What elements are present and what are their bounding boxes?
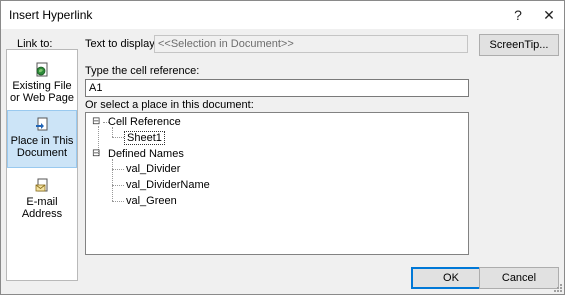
link-to-existing-file[interactable]: Existing File or Web Page bbox=[7, 62, 77, 108]
existing-file-label-line1: Existing File bbox=[12, 80, 72, 92]
place-in-document-label-line2: Document bbox=[16, 147, 68, 159]
email-label-line1: E-mail bbox=[26, 196, 58, 208]
collapse-cell-reference-icon[interactable]: ⊟ bbox=[92, 116, 100, 127]
tree-connector bbox=[112, 127, 113, 137]
email-label-line2: Address bbox=[21, 208, 63, 220]
globe-file-icon bbox=[36, 62, 48, 77]
tree-item-val-green[interactable]: val_Green bbox=[126, 195, 177, 207]
email-icon bbox=[35, 178, 48, 192]
screentip-button[interactable]: ScreenTip... bbox=[479, 34, 559, 56]
text-to-display-field[interactable]: <<Selection in Document>> bbox=[154, 35, 468, 53]
cell-reference-label: Type the cell reference: bbox=[85, 65, 200, 77]
link-to-place-in-document[interactable]: Place in This Document bbox=[7, 110, 77, 168]
collapse-defined-names-icon[interactable]: ⊟ bbox=[92, 148, 100, 159]
tree-item-val-divider[interactable]: val_Divider bbox=[126, 163, 180, 175]
tree-item-val-dividername[interactable]: val_DividerName bbox=[126, 179, 210, 191]
tree-group-cell-reference[interactable]: Cell Reference bbox=[108, 116, 181, 128]
place-in-document-label-line1: Place in This bbox=[10, 135, 74, 147]
resize-grip-icon[interactable] bbox=[553, 283, 563, 293]
document-place-icon bbox=[36, 117, 48, 131]
title-bar: Insert Hyperlink ? ✕ bbox=[1, 1, 564, 29]
tree-connector bbox=[112, 201, 124, 202]
help-button[interactable]: ? bbox=[503, 1, 533, 29]
cell-reference-input[interactable]: A1 bbox=[85, 79, 469, 97]
insert-hyperlink-dialog: Insert Hyperlink ? ✕ Link to: Existing F… bbox=[0, 0, 565, 295]
tree-group-defined-names[interactable]: Defined Names bbox=[108, 148, 184, 160]
tree-item-sheet1[interactable]: Sheet1 bbox=[124, 131, 165, 145]
place-in-document-list-label: Or select a place in this document: bbox=[85, 99, 254, 111]
tree-connector bbox=[112, 159, 113, 201]
tree-connector bbox=[112, 185, 124, 186]
close-button[interactable]: ✕ bbox=[534, 1, 564, 29]
link-to-panel: Existing File or Web Page Place in This … bbox=[6, 49, 78, 281]
dialog-title: Insert Hyperlink bbox=[9, 8, 93, 22]
cancel-button[interactable]: Cancel bbox=[479, 267, 559, 289]
text-to-display-label: Text to display: bbox=[85, 38, 158, 50]
existing-file-label-line2: or Web Page bbox=[9, 92, 74, 104]
tree-connector bbox=[112, 169, 124, 170]
place-tree[interactable]: ⊟ Cell Reference Sheet1 ⊟ Defined Names … bbox=[85, 112, 469, 255]
link-to-email-address[interactable]: E-mail Address bbox=[7, 178, 77, 224]
tree-connector bbox=[112, 137, 124, 138]
